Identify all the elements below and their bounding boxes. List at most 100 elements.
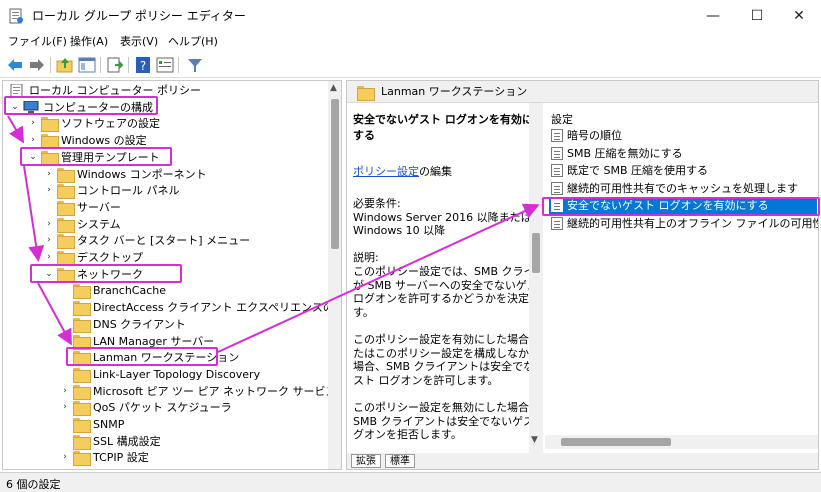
help-icon[interactable]: ? [134, 56, 152, 74]
tree-expander-icon[interactable]: › [43, 216, 55, 233]
settings-hscrollbar[interactable] [545, 435, 818, 449]
tree-expander-icon[interactable]: ⌄ [9, 99, 21, 116]
tree-expander-icon[interactable]: › [43, 232, 55, 249]
folder-icon [73, 401, 91, 417]
tree-item[interactable]: › Windows コンポーネント [3, 166, 327, 183]
setting-label: 既定で SMB 圧縮を使用する [567, 164, 709, 177]
menu-action[interactable]: 操作(A) [70, 35, 108, 49]
tree-expander-icon[interactable]: › [27, 132, 39, 149]
folder-icon [73, 451, 91, 467]
settings-column-header[interactable]: 設定 [551, 111, 573, 127]
policy-setting-icon [551, 216, 563, 230]
tab-standard[interactable]: 標準 [385, 454, 415, 468]
tree-item[interactable]: › システム [3, 216, 327, 233]
folder-icon [73, 284, 91, 300]
maximize-button[interactable]: ☐ [734, 0, 780, 32]
tree-item[interactable]: › ソフトウェアの設定 [3, 115, 327, 133]
tree-item[interactable]: › コントロール パネル [3, 182, 327, 200]
tree-expander-icon[interactable]: › [59, 449, 71, 466]
setting-row[interactable]: 暗号の順位 [549, 127, 817, 144]
scroll-down-icon[interactable]: ▼ [531, 435, 538, 445]
settings-hscroll-thumb[interactable] [561, 438, 671, 446]
tree-scroll-thumb[interactable] [331, 99, 339, 249]
folder-icon [41, 134, 59, 150]
description-line: Windows 10 以降 [353, 224, 446, 238]
svg-text:?: ? [140, 59, 146, 73]
menu-file[interactable]: ファイル(F) [8, 35, 67, 49]
tree-scrollbar[interactable]: ▲ [328, 81, 341, 469]
folder-icon [73, 434, 91, 450]
tree-expander-icon[interactable]: › [59, 399, 71, 416]
tree-item-label: LAN Manager サーバー [93, 334, 215, 348]
forward-arrow-icon[interactable] [28, 56, 46, 74]
tree-item-label: BranchCache [93, 284, 167, 298]
tree-item[interactable]: ローカル コンピューター ポリシー [3, 82, 327, 99]
folder-icon [73, 418, 91, 433]
tree-item[interactable]: › Windows の設定 [3, 132, 327, 150]
tree-item[interactable]: › Microsoft ピア ツー ピア ネットワーク サービス [3, 383, 337, 400]
tree-item[interactable]: SNMP [3, 416, 327, 433]
back-arrow-icon[interactable] [6, 56, 24, 74]
tree-item[interactable]: ⌄ 管理用テンプレート [3, 149, 327, 166]
up-folder-icon[interactable] [56, 56, 74, 74]
tree-item[interactable]: LAN Manager サーバー [3, 333, 327, 350]
properties-icon[interactable] [156, 56, 174, 74]
folder-icon [57, 234, 75, 250]
policy-setting-icon [551, 129, 563, 142]
description-scrollbar[interactable]: ▼ [529, 103, 543, 453]
description-line: このポリシー設定では、SMB クライアント [353, 265, 543, 278]
tree-expander-icon[interactable]: ⌄ [43, 266, 55, 283]
tree-item-label: タスク バーと [スタート] メニュー [77, 234, 251, 248]
setting-row[interactable]: 安全でないゲスト ログオンを有効にする [549, 197, 817, 214]
tree-item[interactable]: BranchCache [3, 282, 327, 300]
tree-item[interactable]: DNS クライアント [3, 316, 327, 333]
tree-item[interactable]: ⌄ ネットワーク [3, 266, 327, 283]
tree-expander-icon[interactable]: ⌄ [27, 149, 39, 166]
tree-item[interactable]: Lanman ワークステーション [3, 349, 327, 367]
scroll-up-icon[interactable]: ▲ [330, 83, 337, 93]
tree-item-label: Windows コンポーネント [77, 167, 207, 181]
toolbar: ? [0, 52, 821, 78]
menu-view[interactable]: 表示(V) [120, 35, 158, 49]
folder-icon [357, 86, 375, 101]
setting-row[interactable]: 継続的可用性共有上のオフライン ファイルの可用性 [549, 215, 818, 232]
setting-row[interactable]: SMB 圧縮を無効にする [549, 145, 817, 162]
tree-item[interactable]: › TCPIP 設定 [3, 449, 327, 467]
policy-setting-icon [551, 146, 563, 160]
tree-item-label: DNS クライアント [93, 317, 186, 331]
tree-expander-icon[interactable]: › [59, 383, 71, 400]
tree-item-label: デスクトップ [77, 251, 143, 264]
description-title: 安全でないゲスト ログオンを有効にする [353, 113, 533, 142]
tree-expander-icon[interactable]: › [43, 249, 55, 266]
tab-extended[interactable]: 拡張 [351, 454, 381, 468]
description-line: Windows Server 2016 以降または [353, 210, 532, 224]
tree-item-label: Link-Layer Topology Discovery [93, 367, 261, 381]
description-scroll-thumb[interactable] [532, 233, 540, 273]
toolbar-separator [50, 57, 51, 73]
tree-item[interactable]: › デスクトップ [3, 249, 327, 266]
tree-item[interactable]: サーバー [3, 199, 327, 216]
folder-icon [57, 167, 75, 183]
tree-expander-icon[interactable]: › [43, 166, 55, 183]
close-button[interactable]: ✕ [776, 0, 821, 32]
tree-item[interactable]: › QoS パケット スケジューラ [3, 399, 327, 417]
minimize-button[interactable]: — [690, 0, 736, 32]
setting-row[interactable]: 既定で SMB 圧縮を使用する [549, 162, 817, 179]
tree-item[interactable]: SSL 構成設定 [3, 433, 327, 450]
tree-item[interactable]: ⌄ コンピューターの構成 [3, 99, 327, 116]
edit-policy-link[interactable]: ポリシー設定 [353, 165, 419, 178]
toolbar-separator [178, 57, 179, 73]
filter-icon[interactable] [186, 56, 204, 74]
tree-item[interactable]: DirectAccess クライアント エクスペリエンスの設定 [3, 299, 341, 317]
tree-expander-icon[interactable]: › [27, 115, 39, 132]
setting-row[interactable]: 継続的可用性共有でのキャッシュを処理します [549, 180, 817, 197]
show-hide-tree-icon[interactable] [78, 56, 96, 74]
tree-item-label: Lanman ワークステーション [93, 351, 240, 365]
tree-item-label: システム [77, 217, 121, 231]
export-list-icon[interactable] [106, 56, 124, 74]
tree-item[interactable]: › タスク バーと [スタート] メニュー [3, 232, 327, 250]
menu-help[interactable]: ヘルプ(H) [168, 35, 218, 49]
tree-item[interactable]: Link-Layer Topology Discovery [3, 366, 327, 383]
description-panel: 安全でないゲスト ログオンを有効にする ポリシー設定の編集 必要条件: Windo… [347, 103, 543, 453]
tree-expander-icon[interactable]: › [43, 182, 55, 199]
